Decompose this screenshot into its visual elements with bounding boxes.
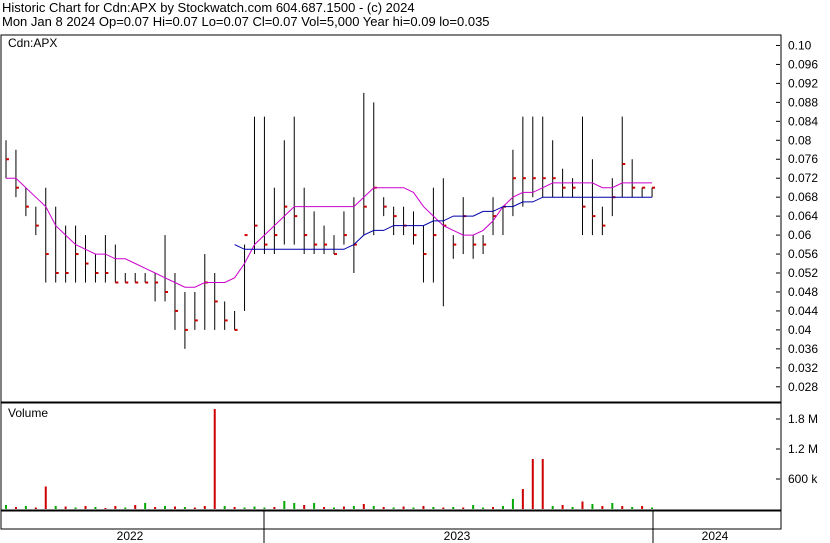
- volume-bar: [114, 506, 117, 509]
- price-tick-label: 0.028: [788, 380, 818, 394]
- price-tick-label: 0.036: [788, 342, 818, 356]
- volume-bar: [531, 459, 534, 509]
- volume-bar: [203, 506, 206, 509]
- volume-bar: [154, 507, 157, 509]
- volume-bar: [571, 507, 574, 509]
- price-tick-label: 0.068: [788, 190, 818, 204]
- volume-bar: [482, 507, 485, 509]
- volume-bar: [54, 506, 57, 509]
- volume-bar: [303, 505, 306, 509]
- year-label: 2024: [702, 529, 729, 543]
- volume-bar: [173, 506, 176, 509]
- volume-tick-label: 1.8 M: [788, 412, 818, 426]
- volume-bar: [561, 505, 564, 509]
- price-tick-label: 0.06: [788, 228, 812, 242]
- price-tick-label: 0.084: [788, 114, 818, 128]
- volume-bar: [333, 507, 335, 509]
- volume-bar: [472, 505, 475, 509]
- price-tick-label: 0.044: [788, 304, 818, 318]
- volume-bar: [601, 506, 604, 509]
- volume-bar: [283, 501, 286, 509]
- price-panel: [0, 34, 782, 403]
- price-tick-label: 0.088: [788, 95, 818, 109]
- price-panel-symbol: Cdn:APX: [8, 36, 57, 50]
- volume-bar: [223, 506, 226, 509]
- volume-bar: [641, 506, 644, 509]
- volume-bar: [193, 507, 196, 509]
- volume-bar: [362, 504, 365, 509]
- volume-bar: [511, 499, 514, 509]
- volume-bar: [541, 459, 544, 509]
- price-tick-label: 0.096: [788, 57, 818, 71]
- volume-bar: [412, 507, 415, 509]
- volume-bar: [492, 507, 495, 509]
- volume-bar: [144, 503, 147, 509]
- volume-bar: [134, 505, 137, 509]
- date-axis: [0, 510, 782, 530]
- price-tick-label: 0.10: [788, 38, 812, 52]
- volume-bar: [551, 506, 554, 509]
- volume-bar: [253, 506, 256, 509]
- volume-bar: [422, 506, 425, 509]
- price-tick-label: 0.076: [788, 152, 818, 166]
- price-tick-label: 0.064: [788, 209, 818, 223]
- volume-bar: [621, 506, 624, 509]
- volume-bar: [263, 507, 266, 509]
- volume-panel-label: Volume: [8, 406, 48, 420]
- year-label: 2022: [117, 529, 144, 543]
- volume-bar: [293, 503, 296, 509]
- volume-bar: [44, 486, 47, 509]
- volume-bar: [164, 506, 167, 509]
- volume-bar: [233, 507, 236, 509]
- volume-bar: [313, 503, 316, 509]
- volume-bar: [243, 507, 246, 509]
- volume-bar: [24, 506, 27, 509]
- volume-bar: [452, 507, 455, 509]
- volume-bar: [104, 508, 107, 509]
- volume-bar: [432, 507, 435, 509]
- volume-axis: 1.8 M 1.2 M 600 k: [776, 412, 818, 486]
- volume-bar: [442, 507, 445, 509]
- volume-bar: [402, 506, 405, 509]
- volume-bar: [501, 506, 504, 509]
- volume-bar: [84, 506, 87, 509]
- volume-bar: [323, 507, 326, 509]
- volume-bar: [64, 506, 67, 509]
- price-tick-label: 0.048: [788, 285, 818, 299]
- price-tick-label: 0.032: [788, 361, 818, 375]
- volume-bar: [74, 507, 77, 509]
- volume-bar: [372, 506, 375, 509]
- volume-bar: [611, 503, 614, 509]
- volume-bar: [591, 504, 594, 509]
- volume-bar: [183, 507, 186, 509]
- stock-chart: Cdn:APX Volume 0.100.0960.0920.0880.0840…: [0, 34, 818, 543]
- volume-bar: [124, 507, 127, 509]
- price-tick-label: 0.08: [788, 133, 812, 147]
- volume-bar: [651, 507, 654, 509]
- volume-bar: [5, 505, 7, 509]
- volume-bar: [213, 409, 216, 509]
- volume-bar: [342, 506, 345, 509]
- volume-panel: [0, 402, 782, 511]
- price-axis: 0.10 0.096 0.092 0.088 0.084 0.08 0.076 0.072 0.…: [776, 38, 818, 394]
- volume-bar: [273, 507, 276, 509]
- volume-bar: [34, 507, 37, 509]
- price-tick-label: 0.072: [788, 171, 818, 185]
- volume-bar: [14, 507, 17, 509]
- volume-bar: [382, 507, 385, 509]
- price-tick-label: 0.052: [788, 266, 818, 280]
- volume-tick-label: 1.2 M: [788, 442, 818, 456]
- year-label: 2023: [444, 529, 471, 543]
- volume-bar: [631, 507, 634, 509]
- volume-bar: [392, 507, 395, 509]
- price-tick-label: 0.092: [788, 76, 818, 90]
- volume-bar: [94, 507, 97, 509]
- volume-tick-label: 600 k: [788, 472, 818, 486]
- volume-bar: [521, 489, 524, 509]
- volume-bar: [581, 501, 584, 509]
- price-tick-label: 0.056: [788, 247, 818, 261]
- price-tick-label: 0.04: [788, 323, 812, 337]
- volume-bar: [352, 506, 355, 509]
- volume-bar: [462, 507, 465, 509]
